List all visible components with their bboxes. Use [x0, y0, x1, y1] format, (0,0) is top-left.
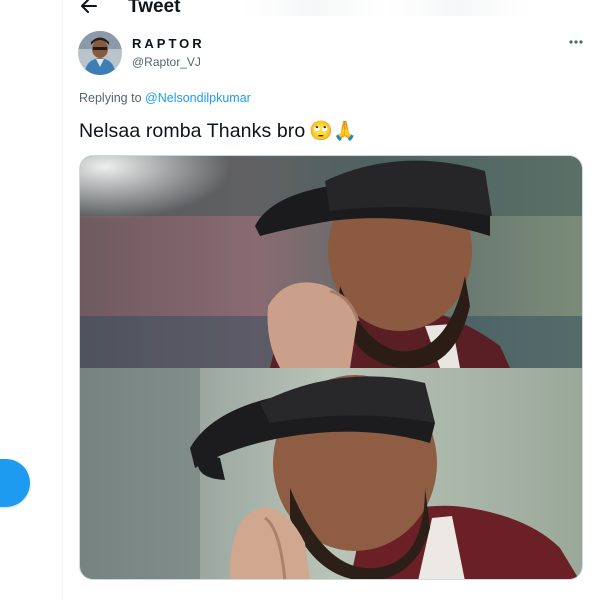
more-icon[interactable] — [569, 39, 583, 45]
tweet-header: Tweet — [63, 0, 600, 24]
tweet-text: Nelsaa romba Thanks bro 🙄🙏 — [79, 119, 357, 143]
replying-to-link[interactable]: @Nelsondilpkumar — [145, 91, 251, 105]
replying-prefix: Replying to — [79, 91, 142, 105]
author-handle[interactable]: @Raptor_VJ — [132, 55, 201, 69]
replying-to-line: Replying to @Nelsondilpkumar — [79, 91, 251, 105]
media-image-bottom[interactable] — [80, 368, 582, 579]
back-arrow-icon[interactable] — [79, 0, 99, 16]
tweet-body: Nelsaa romba Thanks bro — [79, 120, 306, 142]
tweet-emojis: 🙄🙏 — [309, 121, 357, 142]
author-name[interactable]: RAPTOR — [132, 36, 205, 51]
tweet-media[interactable] — [79, 155, 583, 580]
avatar[interactable] — [78, 31, 122, 75]
left-sidebar — [0, 0, 62, 600]
tweet-column: Tweet RAPTOR @Raptor_VJ Replying to @Nel… — [63, 0, 600, 600]
page-title: Tweet — [128, 0, 181, 17]
header-background — [243, 0, 600, 16]
media-image-top[interactable] — [80, 156, 582, 368]
compose-tweet-button[interactable] — [0, 459, 30, 507]
